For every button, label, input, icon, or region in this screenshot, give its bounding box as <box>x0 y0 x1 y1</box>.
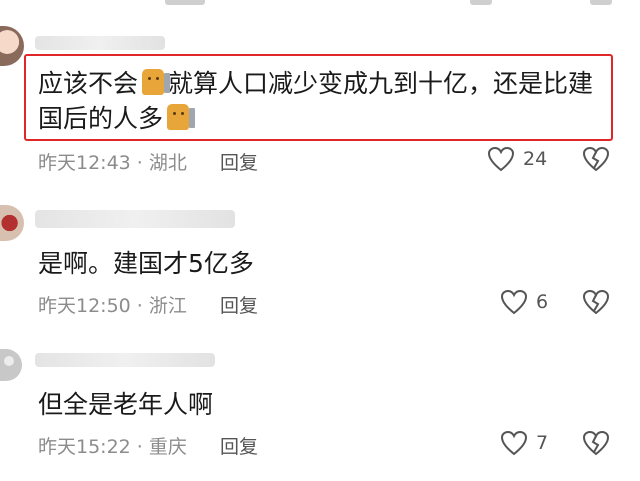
comment-meta: 昨天15:22 · 重庆 <box>38 436 187 458</box>
comment-meta: 昨天12:50 · 浙江 <box>38 295 187 317</box>
comment-text: 应该不会 就算人口减少变成九到十亿，还是比建国后的人多 <box>38 66 603 136</box>
avatar[interactable] <box>0 205 24 241</box>
comment-text: 是啊。建国才5亿多 <box>38 249 254 278</box>
broken-heart-icon <box>582 146 610 172</box>
heart-icon <box>500 430 528 456</box>
dislike-button[interactable] <box>582 430 610 460</box>
avatar[interactable] <box>0 26 24 66</box>
broken-heart-icon <box>582 289 610 315</box>
blurred-username[interactable] <box>35 36 165 50</box>
faded-icon <box>590 0 612 5</box>
reply-button[interactable]: 回复 <box>220 432 258 459</box>
avatar[interactable] <box>0 349 22 381</box>
faded-text <box>165 0 205 5</box>
blurred-username[interactable] <box>35 210 235 228</box>
previous-comment-fragment <box>0 0 640 8</box>
comment-text: 但全是老年人啊 <box>38 390 214 419</box>
like-count: 6 <box>536 291 549 313</box>
dislike-button[interactable] <box>582 146 610 176</box>
bear-emoji-icon <box>167 104 196 130</box>
comment-text-part: 应该不会 <box>38 69 139 98</box>
like-count: 24 <box>523 148 548 170</box>
reply-button[interactable]: 回复 <box>220 148 258 175</box>
like-button[interactable]: 6 <box>500 289 548 315</box>
blurred-username[interactable] <box>35 353 215 367</box>
bear-emoji-icon <box>142 69 171 95</box>
like-button[interactable]: 24 <box>487 146 547 172</box>
comment-meta: 昨天12:43 · 湖北 <box>38 152 187 174</box>
broken-heart-icon <box>582 430 610 456</box>
like-count: 7 <box>536 432 549 454</box>
heart-icon <box>500 289 528 315</box>
heart-icon <box>487 146 515 172</box>
reply-button[interactable]: 回复 <box>220 291 258 318</box>
like-button[interactable]: 7 <box>500 430 548 456</box>
faded-icon <box>470 0 492 5</box>
dislike-button[interactable] <box>582 289 610 319</box>
